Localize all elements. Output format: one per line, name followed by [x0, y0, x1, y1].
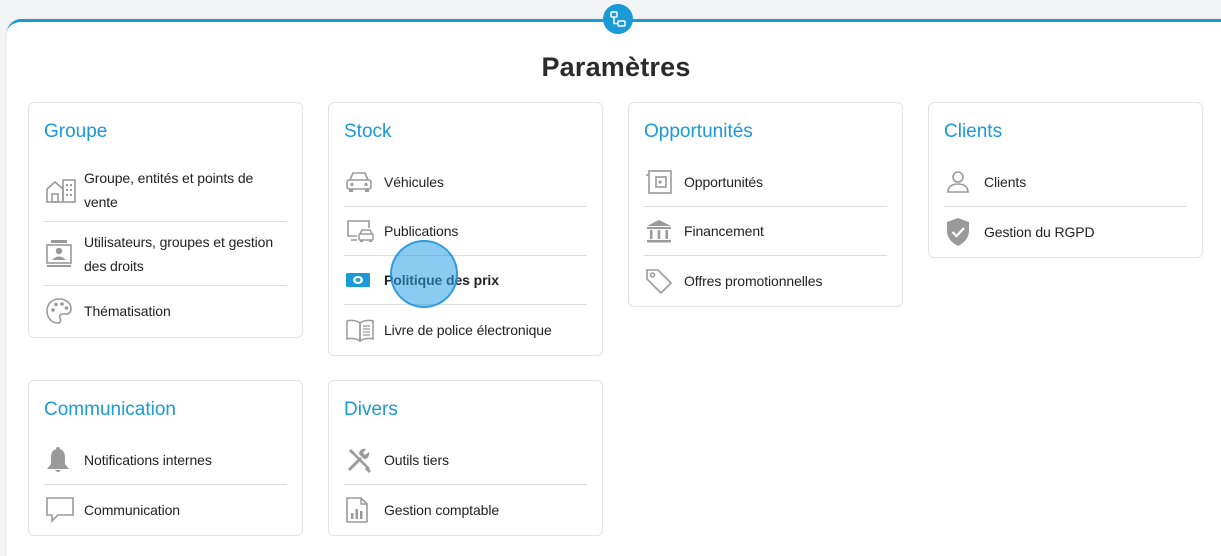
- page-title: Paramètres: [541, 52, 691, 82]
- card-communication: Communication Notifications internes Com…: [28, 380, 303, 536]
- menu-item-offres-promotionnelles[interactable]: Offres promotionnelles: [644, 256, 887, 305]
- menu-item-vehicules[interactable]: Véhicules: [344, 158, 587, 207]
- monitor-car-icon: [347, 220, 374, 242]
- user-badge-icon: [46, 239, 72, 267]
- chat-bubble-icon: [46, 496, 74, 523]
- menu-item-communication[interactable]: Communication: [44, 485, 287, 534]
- card-title-groupe: Groupe: [44, 121, 108, 142]
- menu-item-label: Livre de police électronique: [384, 321, 552, 338]
- menu-item-label: Communication: [84, 501, 180, 518]
- car-icon: [346, 172, 372, 192]
- menu-item-label: Offres promotionnelles: [684, 272, 823, 289]
- menu-item-label: Financement: [684, 223, 764, 239]
- menu-item-outils-tiers[interactable]: Outils tiers: [344, 436, 587, 485]
- menu-item-politique-des-prix[interactable]: Politique des prix: [344, 256, 587, 305]
- menu-item-gestion-comptable[interactable]: Gestion comptable: [344, 485, 587, 534]
- person-icon: [947, 171, 969, 193]
- menu-item-label: Utilisateurs, groupes et gestion des dro…: [84, 233, 274, 274]
- menu-item-opportunites[interactable]: Opportunités: [644, 158, 887, 207]
- bell-icon: [47, 447, 69, 472]
- menu-item-groupe-entites[interactable]: Groupe, entités et points de vente: [44, 158, 287, 222]
- wallet-icon: [646, 170, 672, 194]
- palette-icon: [46, 297, 72, 324]
- tag-icon: [646, 268, 673, 294]
- menu-item-label: Groupe, entités et points de vente: [84, 169, 254, 210]
- menu-item-label: Outils tiers: [384, 452, 449, 468]
- menu-item-utilisateurs[interactable]: Utilisateurs, groupes et gestion des dro…: [44, 222, 287, 286]
- menu-item-label: Publications: [384, 223, 459, 239]
- tools-icon: [347, 448, 371, 473]
- card-title-opportunites: Opportunités: [644, 121, 753, 142]
- building-icon: [46, 178, 76, 203]
- menu-item-label: Politique des prix: [384, 272, 499, 288]
- menu-item-gestion-rgpd[interactable]: Gestion du RGPD: [944, 207, 1187, 256]
- menu-item-livre-de-police[interactable]: Livre de police électronique: [344, 305, 587, 354]
- card-opportunites: Opportunités Opportunités Financement Of…: [628, 102, 903, 307]
- menu-item-label: Gestion comptable: [384, 501, 500, 518]
- menu-item-publications[interactable]: Publications: [344, 207, 587, 256]
- card-title-divers: Divers: [344, 399, 398, 420]
- menu-item-label: Véhicules: [384, 174, 444, 190]
- accounting-chart-icon: [346, 496, 368, 523]
- card-clients: Clients Clients Gestion du RGPD: [928, 102, 1203, 258]
- menu-item-clients[interactable]: Clients: [944, 158, 1187, 207]
- card-groupe: Groupe Groupe, entités et points de vent…: [28, 102, 303, 338]
- org-chart-icon: [610, 11, 626, 27]
- menu-item-financement[interactable]: Financement: [644, 207, 887, 256]
- top-badge[interactable]: [603, 4, 633, 34]
- card-divers: Divers Outils tiers Gestion comptable: [328, 380, 603, 536]
- menu-item-notifications-internes[interactable]: Notifications internes: [44, 436, 287, 485]
- menu-item-label: Notifications internes: [84, 452, 212, 468]
- menu-item-thematisation[interactable]: Thématisation: [44, 286, 287, 335]
- card-title-clients: Clients: [944, 121, 1003, 142]
- banknote-icon: [346, 273, 370, 287]
- card-title-communication: Communication: [44, 399, 176, 420]
- menu-item-label: Clients: [984, 174, 1027, 190]
- menu-item-label: Opportunités: [684, 174, 763, 190]
- book-icon: [346, 319, 374, 342]
- card-stock: Stock Véhicules Publications Politique d…: [328, 102, 603, 356]
- card-title-stock: Stock: [344, 121, 392, 142]
- bank-icon: [647, 220, 671, 243]
- menu-item-label: Thématisation: [84, 302, 171, 319]
- menu-item-label: Gestion du RGPD: [984, 223, 1095, 240]
- shield-check-icon: [947, 217, 969, 246]
